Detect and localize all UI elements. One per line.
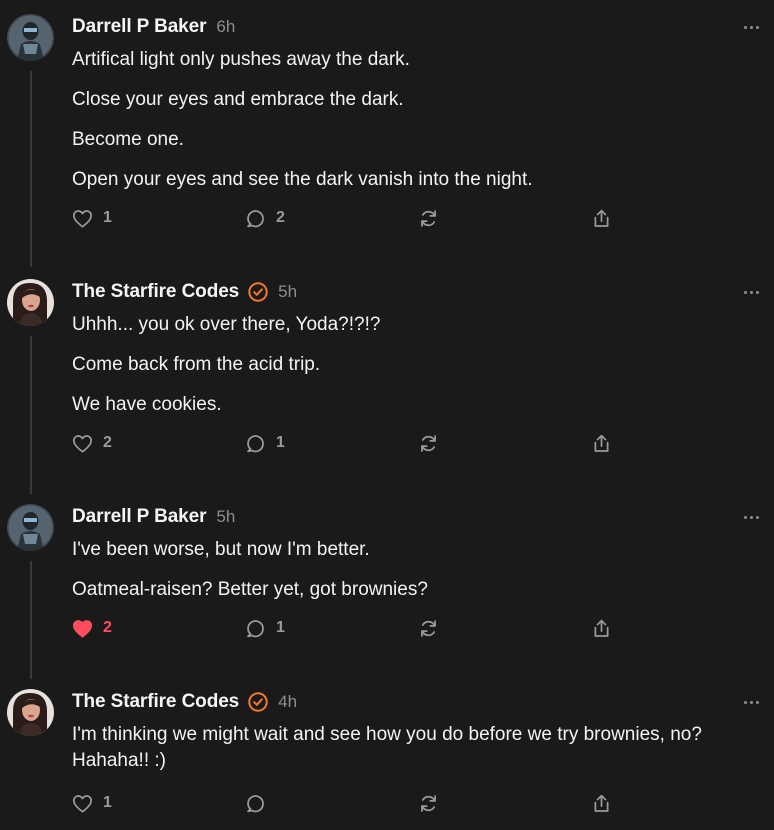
thread-post: The Starfire Codes 5h Uhhh... you ok ove… [0, 279, 774, 494]
thread-line [30, 561, 32, 679]
post-text-line: Oatmeal-raisen? Better yet, got brownies… [72, 579, 428, 600]
like-count: 2 [103, 619, 112, 636]
thread-post: Darrell P Baker 5h I've been worse, but … [0, 504, 774, 679]
post-time[interactable]: 5h [278, 282, 297, 302]
post-text-line: I'm thinking we might wait and see how y… [72, 724, 702, 745]
comment-icon [247, 794, 264, 812]
like-button[interactable]: 1 [72, 205, 112, 231]
comment-icon [247, 434, 264, 452]
post-header: Darrell P Baker 5h [72, 504, 235, 530]
heart-filled-icon [73, 619, 92, 638]
post-text-line: Open your eyes and see the dark vanish i… [72, 169, 533, 190]
share-icon [594, 209, 609, 227]
repost-icon [421, 619, 436, 637]
reply-button[interactable] [245, 790, 276, 816]
post-time[interactable]: 6h [216, 17, 235, 37]
avatar[interactable] [7, 14, 54, 61]
post-body: I've been worse, but now I'm better. Oat… [72, 537, 762, 617]
reply-count: 1 [276, 434, 285, 451]
post-text-line: Close your eyes and embrace the dark. [72, 89, 404, 110]
post-text-line: Come back from the acid trip. [72, 354, 321, 375]
post-actions: 1 [72, 790, 632, 816]
like-count: 1 [103, 209, 112, 226]
heart-icon [73, 434, 92, 453]
like-count: 1 [103, 794, 112, 811]
reply-count: 1 [276, 619, 285, 636]
verified-badge-icon [248, 282, 268, 302]
share-button[interactable] [591, 615, 612, 641]
share-button[interactable] [591, 205, 612, 231]
reply-count: 2 [276, 209, 285, 226]
repost-icon [421, 434, 436, 452]
post-text-line: Artifical light only pushes away the dar… [72, 49, 410, 70]
author-name[interactable]: The Starfire Codes [72, 281, 239, 303]
post-body: Artifical light only pushes away the dar… [72, 47, 762, 207]
like-button[interactable]: 2 [72, 615, 112, 641]
post-text-line: We have cookies. [72, 394, 222, 415]
post-header: Darrell P Baker 6h [72, 14, 235, 40]
repost-button[interactable] [418, 790, 439, 816]
post-text-line: Become one. [72, 129, 184, 150]
post-actions: 2 1 [72, 430, 632, 456]
like-button[interactable]: 1 [72, 790, 112, 816]
thread-line [30, 71, 32, 267]
like-count: 2 [103, 434, 112, 451]
more-options-icon[interactable] [744, 20, 762, 34]
reply-button[interactable]: 2 [245, 205, 285, 231]
heart-icon [73, 794, 92, 813]
repost-icon [421, 209, 436, 227]
like-button[interactable]: 2 [72, 430, 112, 456]
post-time[interactable]: 4h [278, 692, 297, 712]
post-text-line: Uhhh... you ok over there, Yoda?!?!? [72, 314, 381, 335]
share-button[interactable] [591, 790, 612, 816]
repost-icon [421, 794, 436, 812]
share-icon [594, 794, 609, 812]
woman-avatar-icon [7, 279, 54, 326]
post-actions: 2 1 [72, 615, 632, 641]
author-name[interactable]: Darrell P Baker [72, 16, 207, 38]
comment-icon [247, 209, 264, 227]
more-options-icon[interactable] [744, 695, 762, 709]
post-text-line: I've been worse, but now I'm better. [72, 539, 370, 560]
repost-button[interactable] [418, 205, 439, 231]
post-actions: 1 2 [72, 205, 632, 231]
post-header: The Starfire Codes 4h [72, 689, 297, 715]
author-name[interactable]: Darrell P Baker [72, 506, 207, 528]
more-options-icon[interactable] [744, 285, 762, 299]
avatar[interactable] [7, 504, 54, 551]
share-icon [594, 434, 609, 452]
thread-post: Darrell P Baker 6h Artifical light only … [0, 14, 774, 267]
avatar[interactable] [7, 279, 54, 326]
post-body: Uhhh... you ok over there, Yoda?!?!? Com… [72, 312, 762, 432]
repost-button[interactable] [418, 430, 439, 456]
woman-avatar-icon [7, 689, 54, 736]
reply-button[interactable]: 1 [245, 430, 285, 456]
helmet-avatar-icon [7, 14, 54, 61]
repost-button[interactable] [418, 615, 439, 641]
post-time[interactable]: 5h [216, 507, 235, 527]
avatar[interactable] [7, 689, 54, 736]
thread-line [30, 336, 32, 494]
share-button[interactable] [591, 430, 612, 456]
reply-button[interactable]: 1 [245, 615, 285, 641]
post-body: I'm thinking we might wait and see how y… [72, 722, 762, 788]
share-icon [594, 619, 609, 637]
post-header: The Starfire Codes 5h [72, 279, 297, 305]
comment-icon [247, 619, 264, 637]
verified-badge-icon [248, 692, 268, 712]
more-options-icon[interactable] [744, 510, 762, 524]
heart-icon [73, 209, 92, 228]
post-text-line: Hahaha!! :) [72, 750, 166, 771]
author-name[interactable]: The Starfire Codes [72, 691, 239, 713]
helmet-avatar-icon [7, 504, 54, 551]
thread-post: The Starfire Codes 4h I'm thinking we mi… [0, 689, 774, 824]
